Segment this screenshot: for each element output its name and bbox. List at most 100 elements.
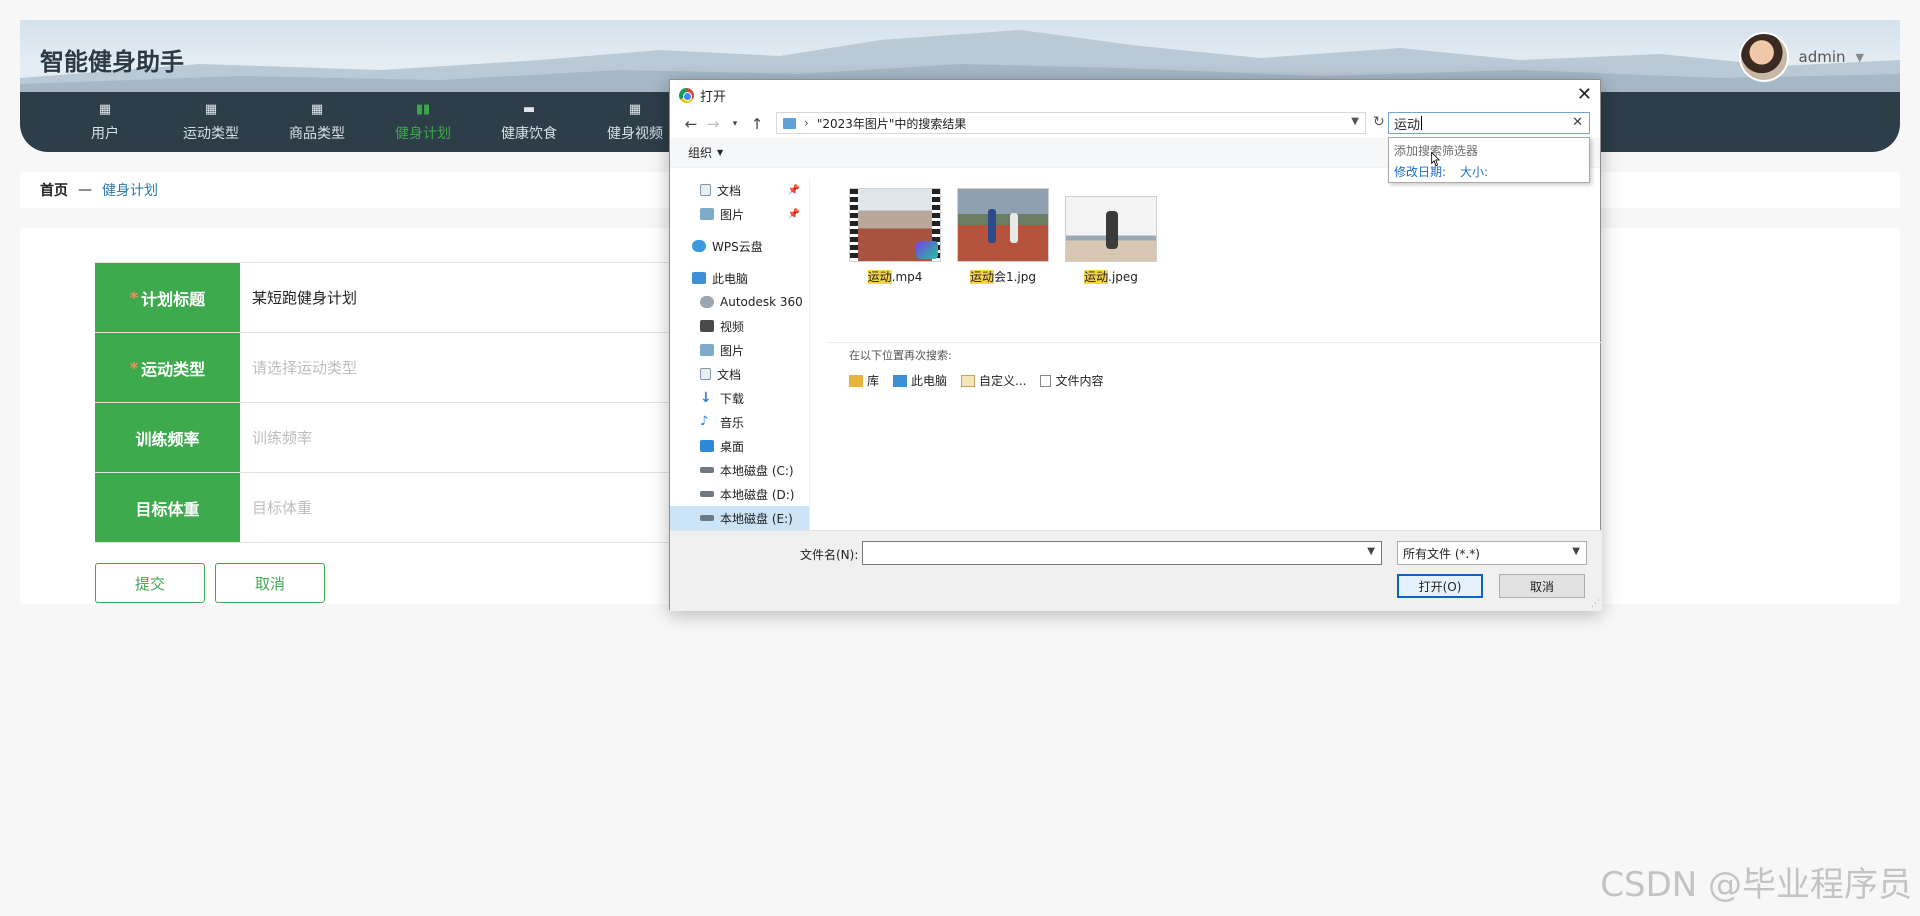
nav-pane-item[interactable]: ♪ 音乐	[670, 410, 810, 434]
search-location-custom[interactable]: 自定义...	[961, 372, 1026, 389]
nav-pane-item[interactable]: 本地磁盘 (C:)	[670, 458, 810, 482]
form-label-text: 计划标题	[141, 289, 206, 309]
username[interactable]: admin	[1799, 48, 1846, 66]
chevron-down-icon[interactable]: ▼	[1856, 51, 1864, 64]
nav-pane-item[interactable]: 文档 📌	[670, 178, 810, 202]
computer-icon	[692, 272, 706, 284]
pictures-icon	[700, 208, 714, 220]
chevron-down-icon[interactable]: ▼	[1367, 546, 1375, 557]
file-item[interactable]: 运动.mp4	[847, 188, 943, 285]
address-bar[interactable]: › "2023年图片"中的搜索结果 ▼	[776, 112, 1366, 134]
avatar[interactable]	[1738, 32, 1789, 82]
chevron-down-icon[interactable]: ▼	[1351, 116, 1359, 127]
form-label: * 运动类型	[95, 333, 240, 402]
nav-pane-item[interactable]: 桌面	[670, 434, 810, 458]
nav-pane-label: Autodesk 360	[720, 295, 803, 309]
popup-title: 添加搜索筛选器	[1394, 144, 1479, 158]
nav-pane-spacer	[670, 226, 810, 234]
breadcrumb-home[interactable]: 首页	[40, 180, 68, 200]
chevron-down-icon[interactable]: ▼	[1572, 546, 1580, 557]
close-icon[interactable]: ✕	[1577, 84, 1592, 105]
search-location-libraries[interactable]: 库	[849, 372, 879, 389]
file-item[interactable]: 运动会1.jpg	[955, 188, 1051, 285]
cancel-button[interactable]: 取消	[215, 563, 325, 603]
document-icon	[700, 184, 711, 196]
forward-arrow-icon[interactable]: →	[702, 115, 724, 133]
nav-pane-label: 图片	[720, 207, 745, 222]
search-location-this-pc[interactable]: 此电脑	[893, 372, 947, 389]
back-arrow-icon[interactable]: ←	[680, 115, 702, 133]
filetype-select[interactable]: 所有文件 (*.*) ▼	[1397, 541, 1587, 565]
up-arrow-icon[interactable]: ↑	[746, 115, 768, 133]
nav-item-sport-types[interactable]: ▦ 运动类型	[158, 92, 264, 152]
nav-item-product-types[interactable]: ▦ 商品类型	[264, 92, 370, 152]
autodesk-icon	[700, 296, 714, 308]
location-label: 库	[867, 374, 880, 388]
refresh-icon[interactable]: ↻	[1373, 114, 1385, 130]
filter-size[interactable]: 大小:	[1460, 163, 1488, 180]
nav-item-fitness-plan[interactable]: ▮▮ 健身计划	[370, 92, 476, 152]
nav-pane-item[interactable]: 图片 📌	[670, 202, 810, 226]
open-button[interactable]: 打开(O)	[1397, 574, 1483, 598]
nav-pane-label: 图片	[720, 343, 745, 358]
navigation-pane[interactable]: 文档 📌 图片 📌 WPS云盘 此电脑 Autodesk 360 视频 图片 文…	[670, 178, 810, 530]
location-label: 自定义...	[979, 374, 1027, 388]
nav-pane-item[interactable]: ↓ 下载	[670, 386, 810, 410]
file-name-rest: 会1.jpg	[993, 270, 1037, 284]
clear-search-icon[interactable]: ✕	[1572, 115, 1583, 130]
nav-pane-item[interactable]: 文档	[670, 362, 810, 386]
film-strip-icon	[850, 189, 858, 261]
nav-pane-label: 视频	[720, 319, 745, 334]
filename-input[interactable]: ▼	[862, 541, 1382, 565]
resize-grip-icon[interactable]: ⋰	[1591, 599, 1600, 609]
search-again-section: 在以下位置再次搜索: 库 此电脑 自定义... 文件内容	[827, 342, 1602, 389]
folder-icon	[961, 374, 976, 387]
text-caret	[1421, 116, 1423, 130]
dialog-cancel-button[interactable]: 取消	[1499, 574, 1585, 598]
grid-icon: ▦	[98, 102, 112, 117]
nav-item-healthy-diet[interactable]: ▬ 健康饮食	[476, 92, 582, 152]
runner-figure	[1010, 213, 1018, 243]
image-thumbnail	[957, 188, 1049, 262]
nav-pane-label: 文档	[717, 183, 742, 198]
grid-icon: ▦	[628, 102, 642, 117]
nav-pane-item[interactable]: 此电脑	[670, 266, 810, 290]
drive-icon	[700, 467, 714, 473]
form-label: * 计划标题	[95, 263, 240, 332]
nav-pane-item[interactable]: 图片	[670, 338, 810, 362]
nav-pane-item[interactable]: 本地磁盘 (D:)	[670, 482, 810, 506]
nav-pane-item[interactable]: WPS云盘	[670, 234, 810, 258]
nav-pane-item[interactable]: 视频	[670, 314, 810, 338]
nav-pane-label: 本地磁盘 (D:)	[720, 487, 795, 502]
grid-icon: ▦	[310, 102, 324, 117]
nav-pane-scrollbar[interactable]: ▲ ▼	[809, 178, 810, 530]
nav-pane-label: 音乐	[720, 415, 745, 430]
file-name-rest: .jpeg	[1108, 270, 1138, 284]
search-filter-popup: 添加搜索筛选器 修改日期: 大小:	[1388, 137, 1590, 183]
nav-pane-item-selected[interactable]: 本地磁盘 (E:)	[670, 506, 810, 530]
runner-figure	[1106, 211, 1118, 249]
organize-menu[interactable]: 组织	[688, 144, 712, 161]
submit-button[interactable]: 提交	[95, 563, 205, 603]
form-label: 目标体重	[95, 473, 240, 542]
nav-pane-item[interactable]: Autodesk 360	[670, 290, 810, 314]
music-icon: ♪	[700, 414, 709, 429]
bar-chart-icon: ▮▮	[415, 102, 431, 117]
file-list-pane: 运动.mp4 运动会1.jpg 运动.jpeg 在以下位置再次搜索: 库 此电脑…	[827, 178, 1602, 530]
user-menu[interactable]: admin ▼	[1738, 32, 1864, 82]
dialog-titlebar[interactable]: 打开 ✕	[670, 80, 1600, 110]
document-icon	[1040, 374, 1052, 387]
search-input[interactable]: 运动 ✕	[1388, 112, 1590, 134]
match-highlight: 运动	[867, 270, 892, 284]
recent-locations-chevron-icon[interactable]: ▾	[724, 119, 746, 129]
pictures-icon	[700, 344, 714, 356]
mouse-cursor-icon	[1431, 151, 1440, 167]
search-location-file-contents[interactable]: 文件内容	[1040, 372, 1104, 389]
location-label: 此电脑	[911, 374, 948, 388]
cloud-icon	[692, 240, 706, 252]
file-item[interactable]: 运动.jpeg	[1063, 188, 1159, 285]
chevron-right-icon[interactable]: ›	[804, 116, 809, 130]
nav-item-users[interactable]: ▦ 用户	[52, 92, 158, 152]
chevron-down-icon[interactable]: ▼	[717, 148, 723, 157]
file-name: 运动.jpeg	[1084, 268, 1138, 285]
